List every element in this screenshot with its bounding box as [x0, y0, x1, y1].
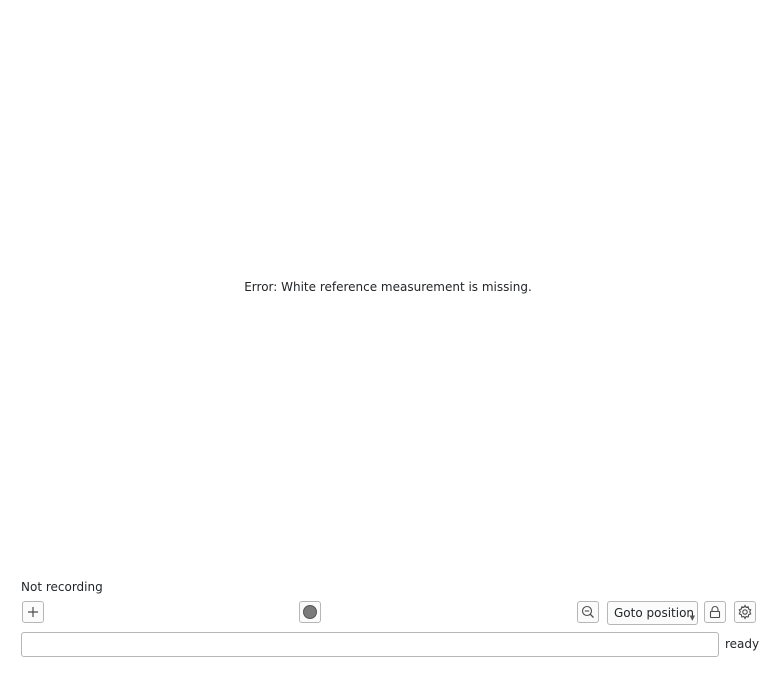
- status-label: ready: [725, 637, 760, 651]
- add-button[interactable]: [22, 601, 44, 623]
- lock-button[interactable]: [704, 601, 726, 623]
- goto-position-button[interactable]: Goto position ▼: [607, 601, 698, 625]
- error-message: Error: White reference measurement is mi…: [244, 280, 532, 294]
- record-button[interactable]: [299, 601, 321, 623]
- zoom-out-button[interactable]: [577, 601, 599, 623]
- zoom-out-icon: [581, 605, 594, 618]
- dropdown-arrow-icon: ▼: [689, 614, 695, 622]
- lock-icon: [709, 606, 721, 619]
- recording-status-label: Not recording: [21, 580, 103, 594]
- progress-bar: [21, 632, 719, 657]
- gear-icon: [738, 604, 752, 620]
- settings-button[interactable]: [734, 601, 756, 623]
- app-window: Error: White reference measurement is mi…: [0, 0, 776, 674]
- record-indicator-icon: [303, 605, 317, 619]
- plus-icon: [28, 607, 38, 617]
- goto-position-label: Goto position: [614, 606, 695, 620]
